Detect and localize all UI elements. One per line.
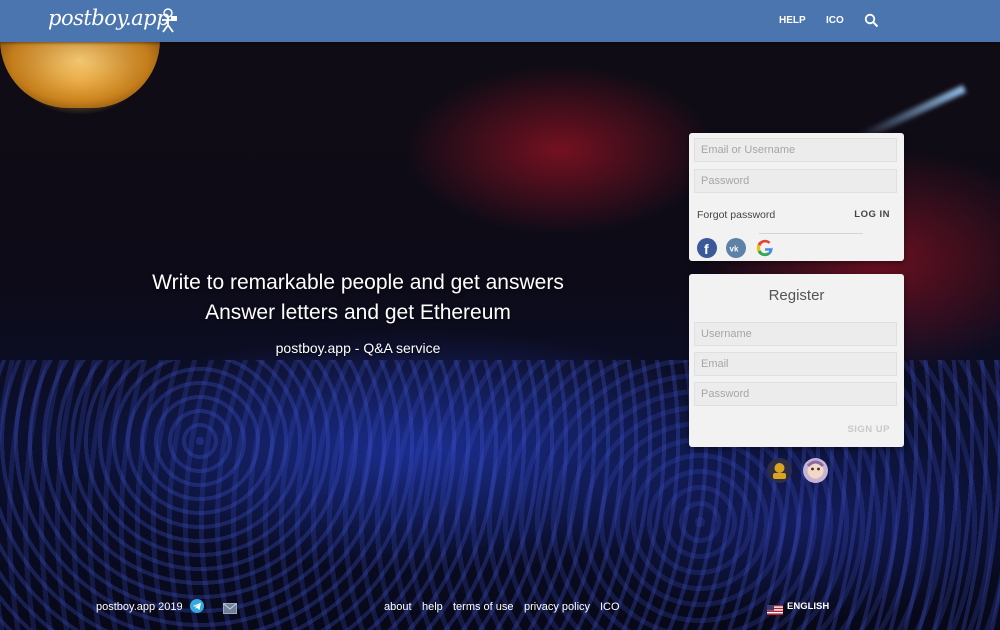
user-avatar-1[interactable] <box>767 458 792 483</box>
login-email-input[interactable] <box>694 138 897 162</box>
register-email-input[interactable] <box>694 352 897 376</box>
vk-icon[interactable]: vk <box>726 238 746 258</box>
footer-ico-link[interactable]: ICO <box>600 601 620 613</box>
hero-headline-1: Write to remarkable people and get answe… <box>152 271 564 294</box>
login-card: Forgot password LOG IN f vk <box>689 133 904 261</box>
hero-headline-2: Answer letters and get Ethereum <box>205 301 511 324</box>
login-button[interactable]: LOG IN <box>854 209 890 220</box>
footer-copyright: postboy.app 2019 <box>96 601 183 613</box>
signup-button[interactable]: SIGN UP <box>847 424 890 435</box>
site-logo[interactable]: postboy.app <box>48 6 170 30</box>
footer-privacy-link[interactable]: privacy policy <box>524 601 590 613</box>
hero-section: Write to remarkable people and get answe… <box>120 268 596 356</box>
top-navbar: postboy.app HELP ICO <box>0 0 1000 42</box>
mail-icon[interactable] <box>223 601 237 619</box>
google-icon[interactable] <box>755 238 775 258</box>
postboy-mascot-icon[interactable] <box>158 8 178 39</box>
login-divider <box>759 233 863 234</box>
footer-terms-link[interactable]: terms of use <box>453 601 514 613</box>
register-password-input[interactable] <box>694 382 897 406</box>
register-username-input[interactable] <box>694 322 897 346</box>
nav-ico-link[interactable]: ICO <box>826 15 844 26</box>
footer-help-link[interactable]: help <box>422 601 443 613</box>
facebook-icon[interactable]: f <box>697 238 717 258</box>
login-password-input[interactable] <box>694 169 897 193</box>
svg-text:f: f <box>704 241 709 257</box>
user-avatar-2[interactable] <box>803 458 828 483</box>
register-card: Register SIGN UP <box>689 274 904 447</box>
telegram-icon[interactable] <box>190 599 204 618</box>
footer-about-link[interactable]: about <box>384 601 412 613</box>
search-icon[interactable] <box>864 13 879 33</box>
svg-text:vk: vk <box>730 245 739 254</box>
hero-tagline: postboy.app - Q&A service <box>275 340 441 356</box>
forgot-password-link[interactable]: Forgot password <box>697 209 775 221</box>
ceiling-lamp <box>0 40 160 108</box>
nav-help-link[interactable]: HELP <box>779 15 806 26</box>
language-selector[interactable]: ENGLISH <box>787 601 829 612</box>
us-flag-icon[interactable] <box>767 602 783 620</box>
register-title: Register <box>768 287 825 304</box>
